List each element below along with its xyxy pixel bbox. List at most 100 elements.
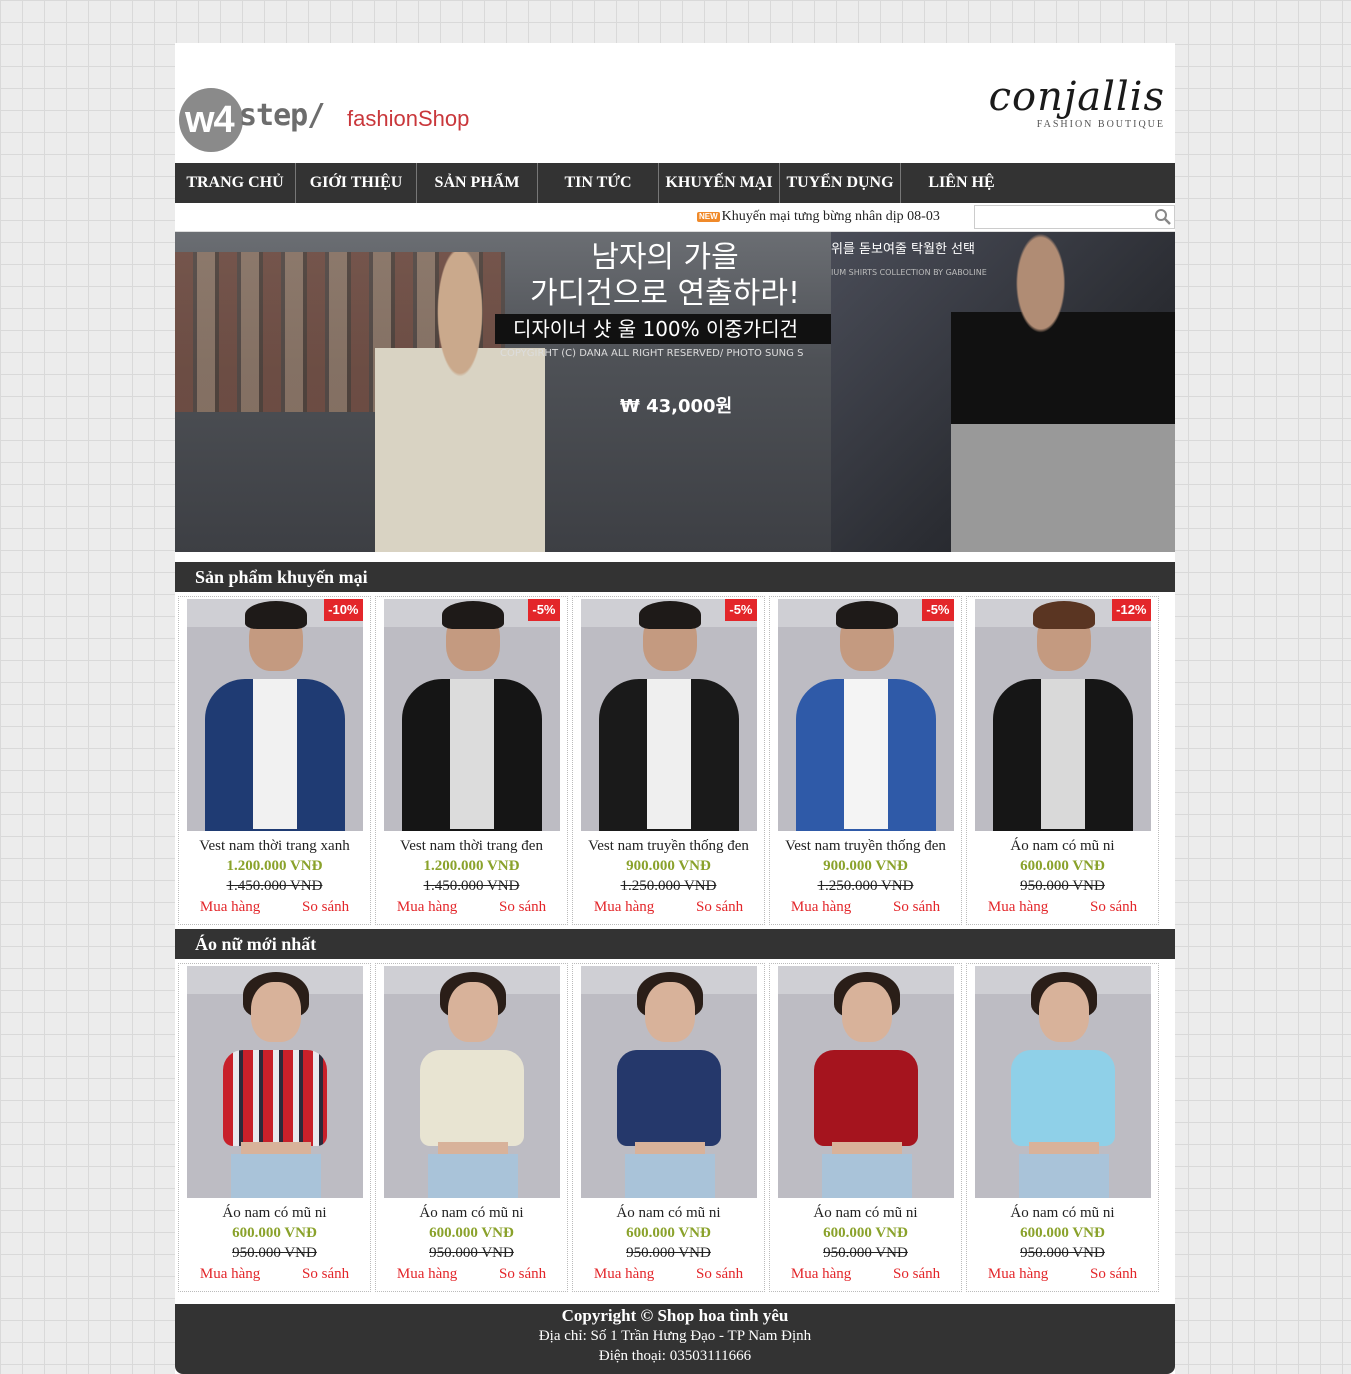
product-name[interactable]: Vest nam truyền thống đen bbox=[573, 836, 764, 856]
discount-badge: -12% bbox=[1112, 599, 1151, 621]
product-card[interactable]: Áo nam có mũ ni 600.000 VNĐ 950.000 VNĐ … bbox=[572, 963, 765, 1292]
product-actions: Mua hàng So sánh bbox=[967, 1263, 1158, 1285]
product-card[interactable]: -10% Vest nam thời trang xanh 1.200.000 … bbox=[178, 596, 371, 925]
product-name[interactable]: Vest nam thời trang đen bbox=[376, 836, 567, 856]
product-image-head bbox=[250, 982, 301, 1042]
product-name[interactable]: Áo nam có mũ ni bbox=[179, 1203, 370, 1223]
product-name[interactable]: Áo nam có mũ ni bbox=[573, 1203, 764, 1223]
product-image-hair bbox=[638, 601, 701, 629]
product-image-head bbox=[841, 982, 892, 1042]
hero-banner[interactable]: 남자의 가을 가디건으로 연출하라! 디자이너 샷 울 100% 이중가디건 C… bbox=[175, 232, 1175, 552]
banner-product-bar: 디자이너 샷 울 100% 이중가디건 bbox=[495, 314, 831, 344]
compare-button[interactable]: So sánh bbox=[696, 1263, 743, 1285]
nav-item-news[interactable]: TIN TỨC bbox=[538, 163, 659, 203]
product-image[interactable]: -5% bbox=[383, 599, 560, 831]
buy-button[interactable]: Mua hàng bbox=[397, 1263, 457, 1285]
product-grid: -10% Vest nam thời trang xanh 1.200.000 … bbox=[175, 592, 1175, 927]
product-name[interactable]: Áo nam có mũ ni bbox=[376, 1203, 567, 1223]
product-old-price: 950.000 VNĐ bbox=[429, 1245, 514, 1261]
news-ticker-text: Khuyến mại tưng bừng nhân dịp 08-03 bbox=[721, 209, 940, 224]
site-header: w4 step/ fashionShop conjallis FASHION B… bbox=[175, 43, 1175, 163]
product-card[interactable]: Áo nam có mũ ni 600.000 VNĐ 950.000 VNĐ … bbox=[966, 963, 1159, 1292]
compare-button[interactable]: So sánh bbox=[499, 896, 546, 918]
nav-item-about[interactable]: GIỚI THIỆU bbox=[296, 163, 417, 203]
product-image-top bbox=[1010, 1050, 1115, 1146]
product-image[interactable] bbox=[383, 966, 560, 1198]
footer-copyright: Copyright © Shop hoa tình yêu bbox=[561, 1306, 789, 1325]
product-image[interactable] bbox=[580, 966, 757, 1198]
discount-badge: -5% bbox=[528, 599, 560, 621]
product-card[interactable]: -5% Vest nam truyền thống đen 900.000 VN… bbox=[769, 596, 962, 925]
buy-button[interactable]: Mua hàng bbox=[791, 1263, 851, 1285]
product-old-price: 950.000 VNĐ bbox=[626, 1245, 711, 1261]
product-name[interactable]: Áo nam có mũ ni bbox=[967, 836, 1158, 856]
product-image-shorts bbox=[821, 1154, 912, 1198]
compare-button[interactable]: So sánh bbox=[302, 896, 349, 918]
discount-badge: -5% bbox=[725, 599, 757, 621]
product-name[interactable]: Áo nam có mũ ni bbox=[770, 1203, 961, 1223]
banner-price: ₩ 43,000원 bbox=[620, 396, 733, 417]
product-image[interactable] bbox=[777, 966, 954, 1198]
banner-right-headline: 위를 돋보여줄 탁월한 선택 bbox=[831, 242, 975, 257]
nav-item-products[interactable]: SẢN PHẨM bbox=[417, 163, 538, 203]
product-image-shirt bbox=[843, 679, 888, 829]
buy-button[interactable]: Mua hàng bbox=[988, 1263, 1048, 1285]
nav-item-contact[interactable]: LIÊN HỆ bbox=[901, 163, 1022, 203]
buy-button[interactable]: Mua hàng bbox=[397, 896, 457, 918]
product-name[interactable]: Vest nam thời trang xanh bbox=[179, 836, 370, 856]
product-price: 600.000 VNĐ bbox=[429, 1225, 514, 1241]
logo-step-text: step/ bbox=[239, 98, 325, 133]
section-title: Áo nữ mới nhất bbox=[175, 929, 1175, 959]
women-new-section: Áo nữ mới nhất Áo nam có mũ ni 600.000 V… bbox=[175, 929, 1175, 1294]
banner-headline-line1: 남자의 가을 bbox=[591, 240, 739, 275]
product-image[interactable]: -12% bbox=[974, 599, 1151, 831]
buy-button[interactable]: Mua hàng bbox=[200, 1263, 260, 1285]
buy-button[interactable]: Mua hàng bbox=[594, 896, 654, 918]
product-image[interactable] bbox=[974, 966, 1151, 1198]
product-card[interactable]: -5% Vest nam thời trang đen 1.200.000 VN… bbox=[375, 596, 568, 925]
product-name[interactable]: Vest nam truyền thống đen bbox=[770, 836, 961, 856]
product-image[interactable]: -5% bbox=[580, 599, 757, 831]
product-old-price: 1.250.000 VNĐ bbox=[817, 878, 914, 894]
banner-headline-line2: 가디건으로 연출하라! bbox=[530, 276, 800, 311]
nav-item-home[interactable]: TRANG CHỦ bbox=[175, 163, 296, 203]
product-price: 600.000 VNĐ bbox=[1020, 858, 1105, 874]
compare-button[interactable]: So sánh bbox=[893, 896, 940, 918]
compare-button[interactable]: So sánh bbox=[893, 1263, 940, 1285]
product-card[interactable]: -12% Áo nam có mũ ni 600.000 VNĐ 950.000… bbox=[966, 596, 1159, 925]
product-image-head bbox=[644, 982, 695, 1042]
product-image-shorts bbox=[230, 1154, 321, 1198]
product-image-top bbox=[222, 1050, 327, 1146]
compare-button[interactable]: So sánh bbox=[696, 896, 743, 918]
product-image-shirt bbox=[252, 679, 297, 829]
product-image[interactable]: -5% bbox=[777, 599, 954, 831]
compare-button[interactable]: So sánh bbox=[302, 1263, 349, 1285]
product-image-head bbox=[1038, 982, 1089, 1042]
product-image-hair bbox=[441, 601, 504, 629]
product-actions: Mua hàng So sánh bbox=[573, 896, 764, 918]
product-price: 600.000 VNĐ bbox=[232, 1225, 317, 1241]
banner-slide-shirt: 위를 돋보여줄 탁월한 선택 IUM SHIRTS COLLECTION BY … bbox=[831, 232, 1175, 552]
compare-button[interactable]: So sánh bbox=[1090, 896, 1137, 918]
compare-button[interactable]: So sánh bbox=[499, 1263, 546, 1285]
product-card[interactable]: -5% Vest nam truyền thống đen 900.000 VN… bbox=[572, 596, 765, 925]
buy-button[interactable]: Mua hàng bbox=[594, 1263, 654, 1285]
product-card[interactable]: Áo nam có mũ ni 600.000 VNĐ 950.000 VNĐ … bbox=[769, 963, 962, 1292]
compare-button[interactable]: So sánh bbox=[1090, 1263, 1137, 1285]
search-input[interactable] bbox=[975, 206, 1158, 228]
product-actions: Mua hàng So sánh bbox=[573, 1263, 764, 1285]
product-image[interactable] bbox=[186, 966, 363, 1198]
product-name[interactable]: Áo nam có mũ ni bbox=[967, 1203, 1158, 1223]
product-card[interactable]: Áo nam có mũ ni 600.000 VNĐ 950.000 VNĐ … bbox=[178, 963, 371, 1292]
search-icon[interactable] bbox=[1154, 208, 1172, 226]
buy-button[interactable]: Mua hàng bbox=[988, 896, 1048, 918]
buy-button[interactable]: Mua hàng bbox=[200, 896, 260, 918]
product-old-price: 1.250.000 VNĐ bbox=[620, 878, 717, 894]
news-ticker[interactable]: NEW Khuyến mại tưng bừng nhân dịp 08-03 bbox=[697, 203, 973, 231]
product-card[interactable]: Áo nam có mũ ni 600.000 VNĐ 950.000 VNĐ … bbox=[375, 963, 568, 1292]
product-image[interactable]: -10% bbox=[186, 599, 363, 831]
nav-item-promotions[interactable]: KHUYẾN MẠI bbox=[659, 163, 780, 203]
nav-item-careers[interactable]: TUYỂN DỤNG bbox=[780, 163, 901, 203]
buy-button[interactable]: Mua hàng bbox=[791, 896, 851, 918]
main-nav: TRANG CHỦ GIỚI THIỆU SẢN PHẨM TIN TỨC KH… bbox=[175, 163, 1175, 203]
